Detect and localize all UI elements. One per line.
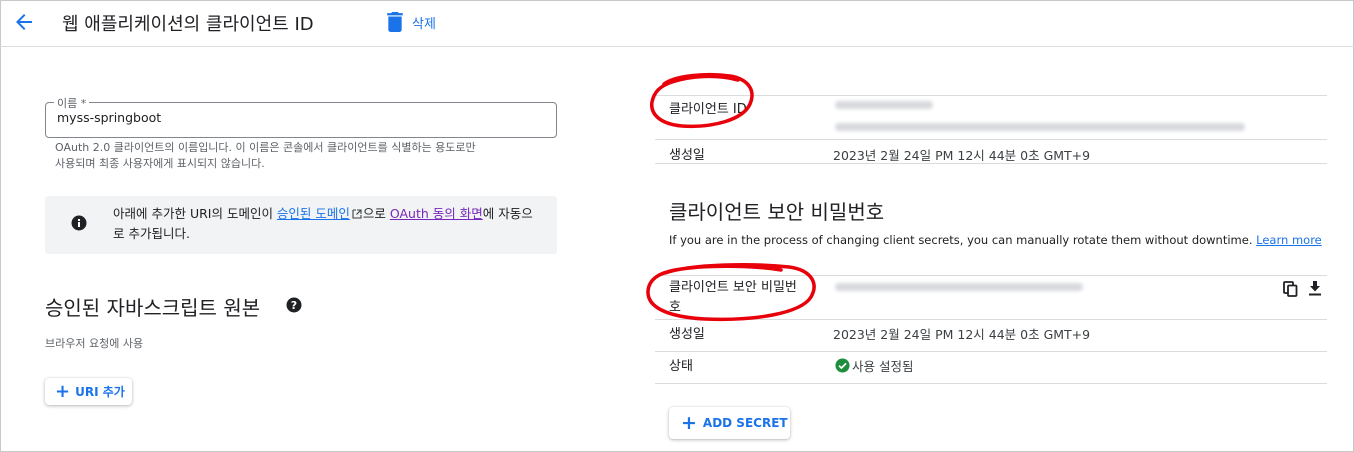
client-id-value-redacted [835,123,1245,131]
divider [655,163,1327,164]
name-field-label: 이름 * [54,95,90,111]
add-uri-label: URI 추가 [75,385,125,399]
divider [655,351,1327,352]
back-button[interactable] [12,10,40,34]
divider [655,383,1327,384]
divider [655,139,1327,140]
add-uri-button[interactable]: + URI 추가 [45,378,132,405]
info-prefix: 아래에 추가한 URI의 도메인이 [113,206,277,221]
help-icon[interactable]: ? [286,297,302,313]
divider [655,95,1327,96]
arrow-back-icon [16,14,32,30]
name-help-line: 사용되며 최종 사용자에게 표시되지 않습니다. [55,157,265,170]
copy-icon[interactable] [1283,281,1298,297]
download-icon[interactable] [1307,280,1323,296]
svg-text:?: ? [291,299,297,312]
plus-icon: + [55,380,71,402]
client-secret-value-redacted [835,283,1083,291]
name-help-line: OAuth 2.0 클라이언트의 이름입니다. 이 이름은 콘솔에서 클라이언트… [55,141,476,154]
status-value: 사용 설정됨 [852,359,914,374]
secret-section-description: If you are in the process of changing cl… [669,233,1322,247]
status-label: 상태 [669,359,693,374]
page-title: 웹 애플리케이션의 클라이언트 ID [62,14,314,35]
check-circle-icon [835,358,850,373]
secret-created-label: 생성일 [669,327,705,342]
learn-more-link[interactable]: Learn more [1256,233,1322,247]
client-id-value-redacted [835,101,933,109]
client-secret-label-line: 호 [669,300,681,315]
created-value: 2023년 2월 24일 PM 12시 44분 0초 GMT+9 [833,148,1091,163]
client-secret-label-line: 클라이언트 보안 비밀번 [669,280,797,295]
info-text: 아래에 추가한 URI의 도메인이 승인된 도메인 으로 OAuth 동의 화면에… [113,204,543,244]
oauth-consent-link[interactable]: OAuth 동의 화면 [390,206,483,221]
delete-label: 삭제 [412,16,436,32]
info-icon [71,215,87,231]
status-badge: 사용 설정됨 [835,356,913,375]
add-secret-label: ADD SECRET [702,416,788,430]
client-secret-label: 클라이언트 보안 비밀번 호 [669,278,797,318]
add-secret-button[interactable]: + ADD SECRET [669,407,790,439]
info-banner: 아래에 추가한 URI의 도메인이 승인된 도메인 으로 OAuth 동의 화면에… [45,196,557,254]
page-header: 웹 애플리케이션의 클라이언트 ID 삭제 [0,0,1354,47]
origins-title: 승인된 자바스크립트 원본 [45,296,261,320]
authorized-domains-link[interactable]: 승인된 도메인 [277,206,350,221]
info-middle: 으로 [362,206,390,221]
external-link-icon [352,209,362,219]
name-input[interactable] [57,110,537,125]
divider [655,275,1327,276]
plus-icon: + [681,411,697,434]
secret-created-value: 2023년 2월 24일 PM 12시 44분 0초 GMT+9 [833,327,1091,342]
origins-subtitle: 브라우저 요청에 사용 [45,337,144,350]
trash-icon [387,12,403,32]
created-label: 생성일 [669,148,705,163]
secret-description-text: If you are in the process of changing cl… [669,233,1253,247]
name-help-text: OAuth 2.0 클라이언트의 이름입니다. 이 이름은 콘솔에서 클라이언트… [55,140,555,172]
client-id-label: 클라이언트 ID [669,102,747,117]
divider [655,319,1327,320]
delete-button[interactable]: 삭제 [386,11,436,33]
name-field[interactable]: 이름 * [45,95,557,138]
secret-section-title: 클라이언트 보안 비밀번호 [669,200,885,224]
